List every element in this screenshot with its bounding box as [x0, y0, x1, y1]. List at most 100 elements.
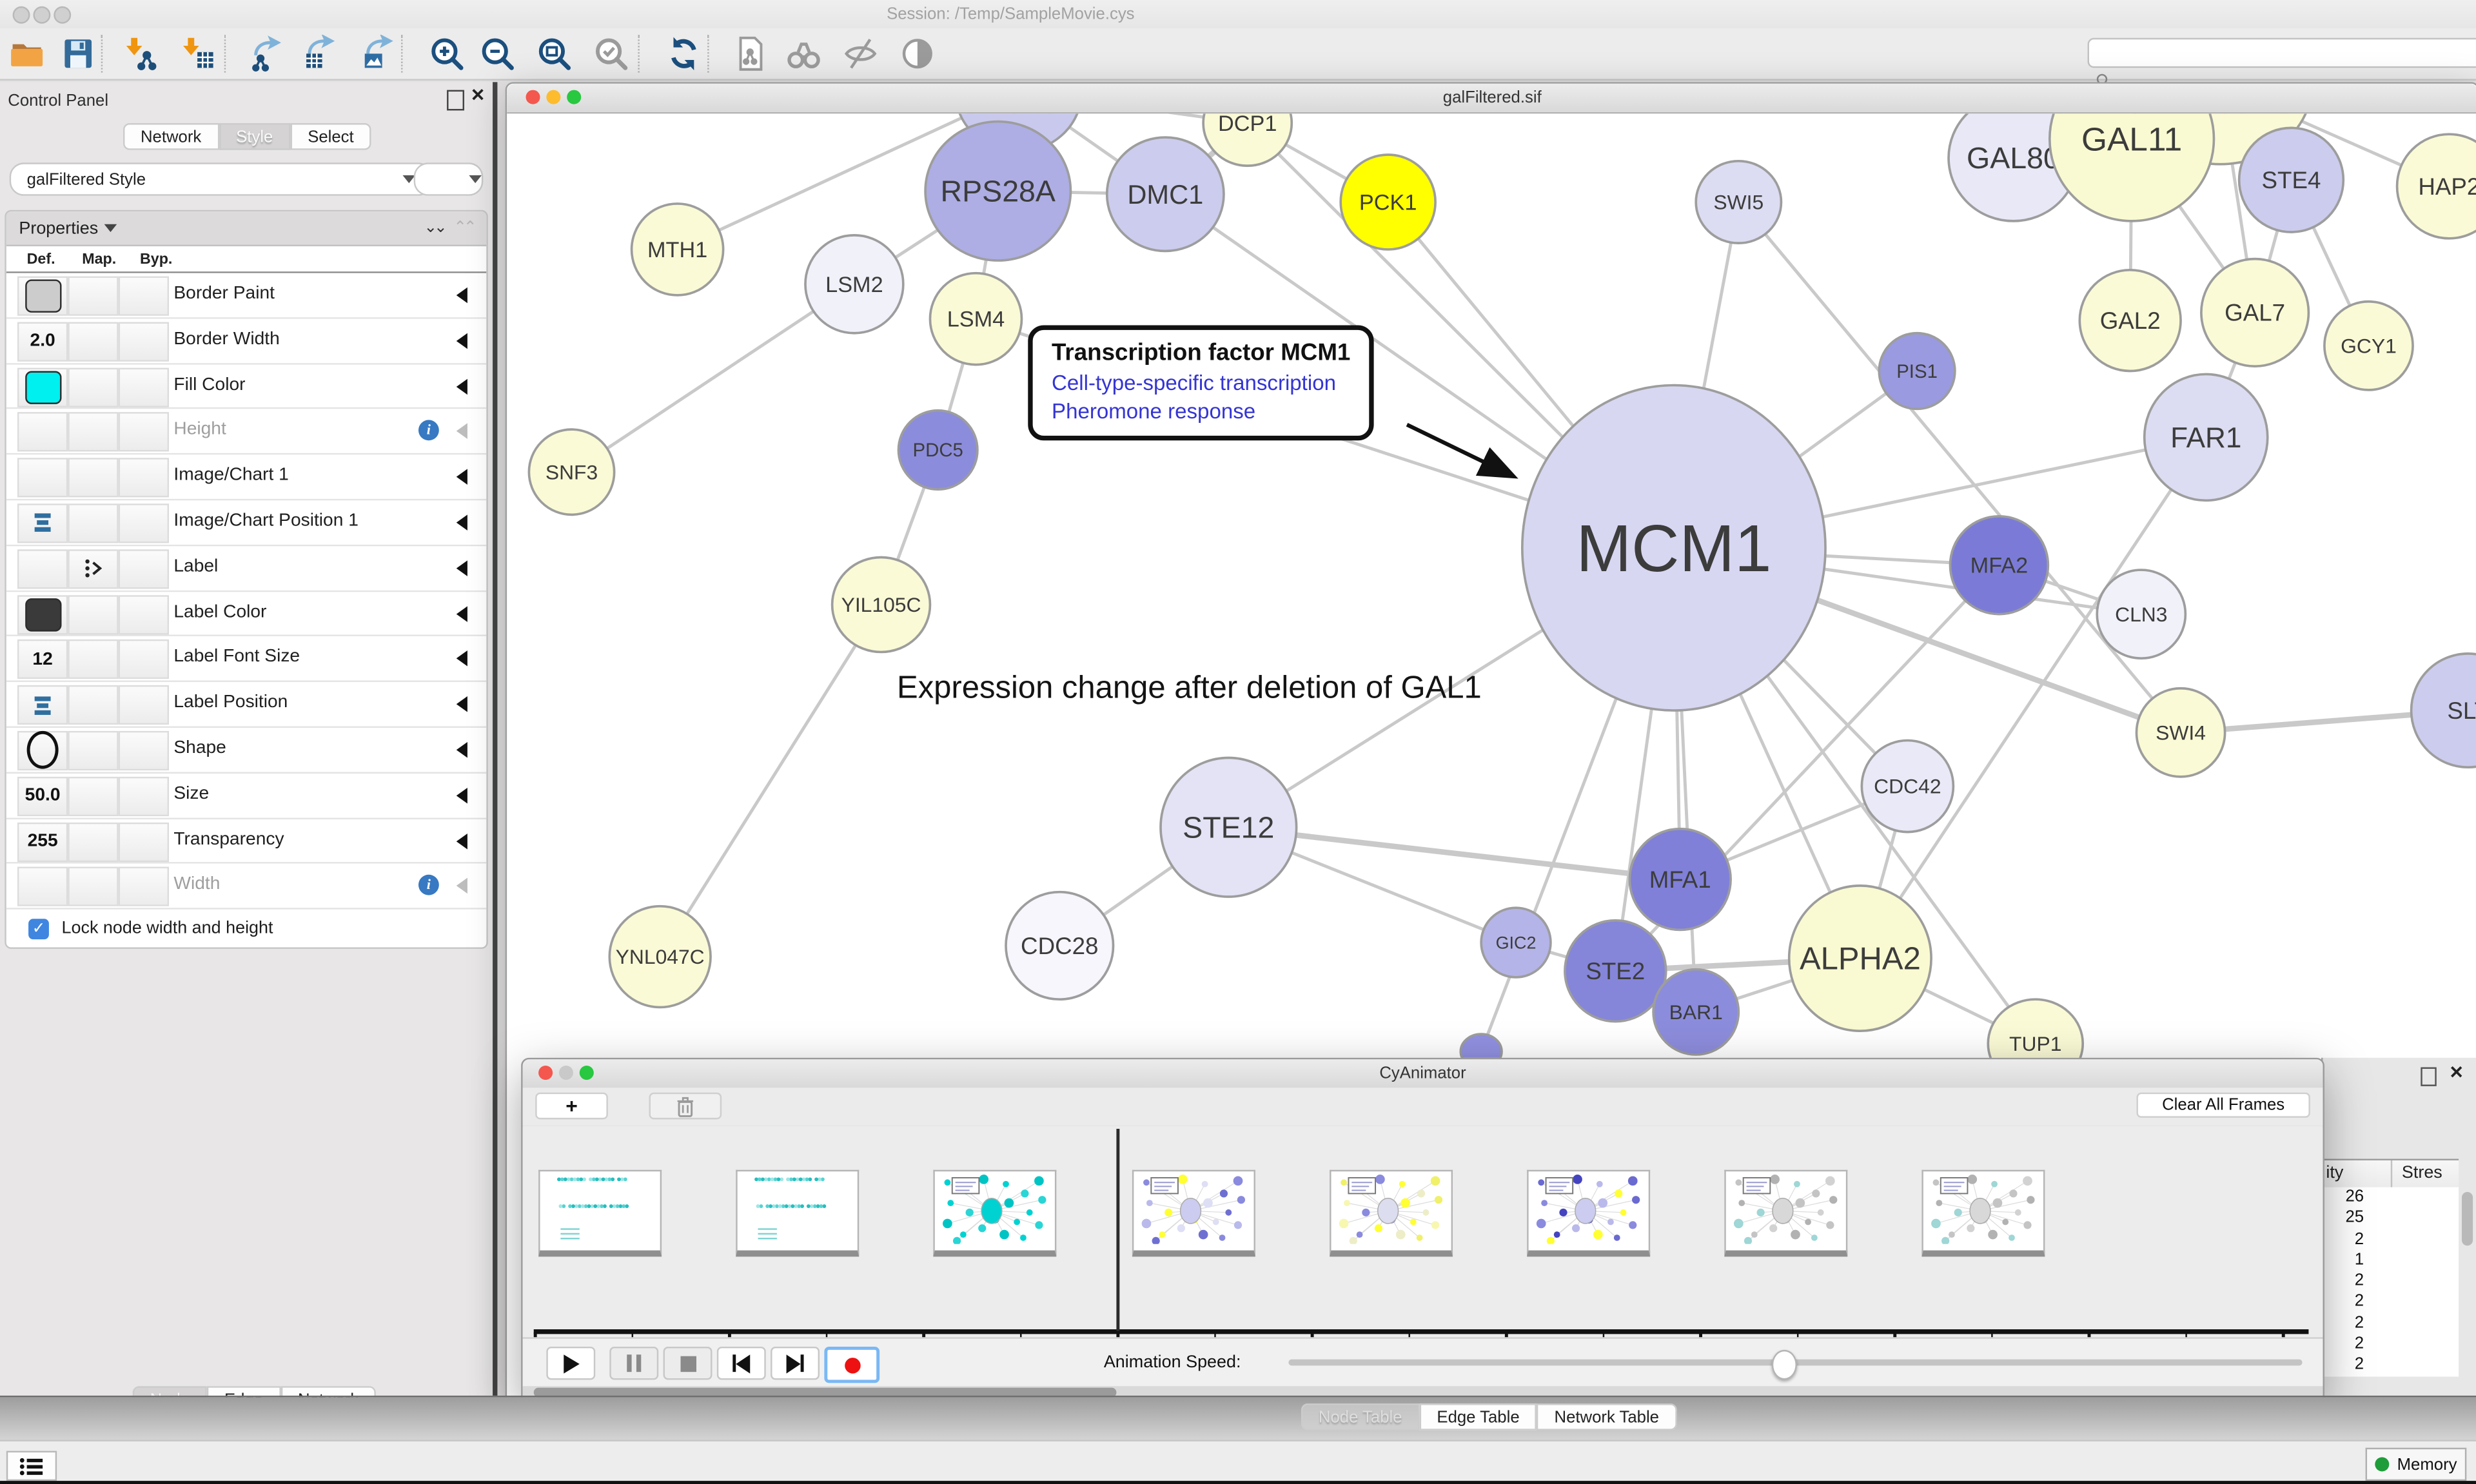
annotation-link[interactable]: Pheromone response [1052, 400, 1350, 424]
lock-checkbox[interactable]: ✓ [28, 918, 49, 939]
table-row[interactable]: 2 [2323, 1292, 2370, 1313]
network-node-TUP1[interactable]: TUP1 [1988, 999, 2083, 1058]
default-value-cell[interactable]: 12 [17, 640, 68, 679]
default-value-cell[interactable] [17, 277, 68, 316]
bypass-cell[interactable] [119, 277, 169, 316]
network-node-GIC2[interactable]: GIC2 [1481, 908, 1551, 977]
app-minimize-button[interactable] [33, 6, 50, 24]
bypass-cell[interactable] [119, 685, 169, 725]
collapse-arrow-icon[interactable] [457, 424, 467, 439]
zoom-selected-icon[interactable] [591, 33, 632, 74]
collapse-arrow-icon[interactable] [457, 696, 467, 712]
network-node-GCY1[interactable]: GCY1 [2324, 302, 2413, 390]
play-button[interactable] [546, 1347, 595, 1380]
record-button[interactable] [824, 1347, 879, 1383]
collapse-arrow-icon[interactable] [457, 288, 467, 303]
float-panel-icon[interactable] [447, 90, 464, 111]
app-close-button[interactable] [13, 6, 30, 24]
pause-button[interactable] [609, 1347, 658, 1380]
bypass-cell[interactable] [119, 640, 169, 679]
skip-to-end-button[interactable] [771, 1347, 820, 1380]
network-node-PCK1[interactable]: PCK1 [1341, 155, 1435, 249]
tab-node-table[interactable]: Node Table [1301, 1403, 1420, 1430]
network-canvas[interactable]: DCP1RPS28ADMC1PCK1SWI5GAL80GAL11STE4HAP2… [507, 113, 2476, 1057]
zoom-in-icon[interactable] [426, 33, 467, 74]
network-node-YIL105C[interactable]: YIL105C [832, 557, 930, 652]
tab-network-table[interactable]: Network Table [1537, 1403, 1676, 1430]
network-window-titlebar[interactable]: galFiltered.sif [507, 84, 2476, 114]
timeline-playhead[interactable] [1116, 1129, 1119, 1331]
annotation-box[interactable]: Transcription factor MCM1 Cell-type-spec… [1028, 325, 1374, 440]
collapse-arrow-icon[interactable] [457, 560, 467, 576]
network-node-GAL2[interactable]: GAL2 [2079, 270, 2181, 371]
property-row-transparency[interactable]: 255Transparency [6, 819, 486, 864]
bypass-cell[interactable] [119, 731, 169, 770]
annotation-link[interactable]: Cell-type-specific transcription [1052, 371, 1350, 395]
clear-all-frames-button[interactable]: Clear All Frames [2136, 1093, 2310, 1118]
network-node-STE12[interactable]: STE12 [1161, 758, 1297, 897]
stop-button[interactable] [663, 1347, 712, 1380]
network-node-DMC1[interactable]: DMC1 [1107, 137, 1224, 251]
network-node-CDC42[interactable]: CDC42 [1862, 741, 1953, 832]
mapping-cell[interactable] [68, 367, 118, 407]
table-row[interactable]: 2 [2323, 1334, 2370, 1356]
network-node-LSM2[interactable]: LSM2 [805, 235, 903, 333]
export-network-icon[interactable] [246, 33, 288, 74]
collapse-arrow-icon[interactable] [457, 833, 467, 848]
network-node-GAL11[interactable]: GAL11 [2050, 113, 2214, 221]
timeline-frame-3[interactable] [933, 1170, 1056, 1257]
network-node-SLT[interactable]: SLT [2412, 654, 2476, 767]
bypass-cell[interactable] [119, 458, 169, 498]
default-value-cell[interactable] [17, 413, 68, 452]
property-row-border-paint[interactable]: Border Paint [6, 273, 486, 319]
network-node-CDC28[interactable]: CDC28 [1006, 892, 1114, 1000]
mapping-cell[interactable] [68, 322, 118, 361]
default-value-cell[interactable] [17, 503, 68, 543]
default-value-cell[interactable]: 2.0 [17, 322, 68, 361]
table-row[interactable]: 2 [2323, 1229, 2370, 1251]
bypass-cell[interactable] [119, 503, 169, 543]
property-row-border-width[interactable]: 2.0Border Width [6, 318, 486, 364]
column-header[interactable]: ity [2326, 1164, 2343, 1182]
network-node-PIS1[interactable]: PIS1 [1879, 333, 1955, 409]
mapping-cell[interactable] [68, 549, 118, 589]
speed-slider-thumb[interactable] [1772, 1349, 1797, 1380]
timeline-frame-8[interactable] [1921, 1170, 2045, 1257]
column-header[interactable]: Stres [2402, 1164, 2442, 1182]
default-value-cell[interactable] [17, 867, 68, 906]
network-node-MTH1[interactable]: MTH1 [632, 204, 723, 295]
network-node-FAR1[interactable]: FAR1 [2145, 374, 2268, 500]
collapse-all-icon[interactable]: ⌃⌃ [453, 219, 473, 237]
style-options-button[interactable] [414, 162, 484, 195]
default-value-cell[interactable] [17, 458, 68, 498]
timeline-frame-5[interactable] [1330, 1170, 1453, 1257]
network-node-YNL047C[interactable]: YNL047C [609, 906, 711, 1008]
network-node-SWI5[interactable]: SWI5 [1696, 161, 1781, 243]
timeline-frame-4[interactable] [1132, 1170, 1255, 1257]
export-image-icon[interactable] [357, 33, 398, 74]
table-row[interactable]: 26 [2323, 1187, 2370, 1209]
mapping-cell[interactable] [68, 503, 118, 543]
network-node-BAR1[interactable]: BAR1 [1653, 970, 1738, 1055]
close-panel-icon[interactable]: ✕ [471, 88, 486, 104]
table-row[interactable]: 25 [2323, 1208, 2370, 1229]
property-row-label-font-size[interactable]: 12Label Font Size [6, 637, 486, 683]
timeline-frame-7[interactable] [1724, 1170, 1847, 1257]
app-zoom-button[interactable] [54, 6, 71, 24]
property-row-label[interactable]: Label [6, 546, 486, 592]
add-frame-button[interactable]: + [535, 1093, 608, 1120]
skip-to-start-button[interactable] [717, 1347, 766, 1380]
property-row-size[interactable]: 50.0Size [6, 773, 486, 819]
refresh-icon[interactable] [663, 33, 705, 74]
default-value-cell[interactable] [17, 549, 68, 589]
network-node-SNF3[interactable]: SNF3 [529, 429, 614, 514]
tab-network[interactable]: Network [123, 123, 219, 150]
cyanimator-titlebar[interactable]: CyAnimator [523, 1059, 2323, 1089]
network-node-DCP1[interactable]: DCP1 [1203, 113, 1292, 166]
zoom-fit-icon[interactable] [534, 33, 575, 74]
bypass-cell[interactable] [119, 594, 169, 634]
network-node-LSM4[interactable]: LSM4 [930, 273, 1021, 365]
import-table-icon[interactable] [177, 33, 218, 74]
network-node-STE2[interactable]: STE2 [1565, 921, 1666, 1022]
mapping-cell[interactable] [68, 776, 118, 815]
